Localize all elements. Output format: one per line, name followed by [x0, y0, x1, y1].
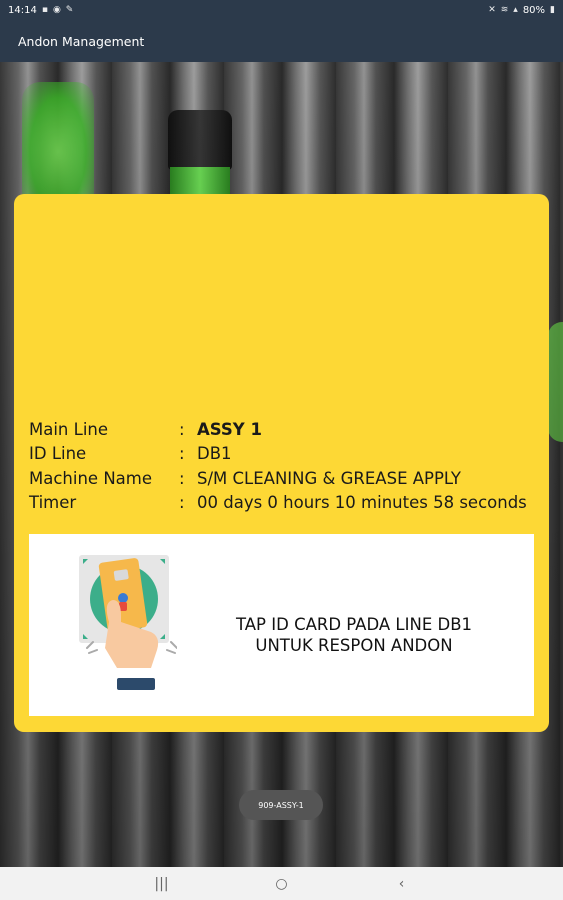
recent-apps-icon[interactable]: |||: [152, 876, 172, 892]
timer-value: 00 days 0 hours 10 minutes 58 seconds: [197, 493, 527, 513]
andon-card: Main Line : ASSY 1 ID Line : DB1 Machine…: [14, 194, 549, 732]
main-line-label: Main Line: [29, 419, 109, 439]
home-icon[interactable]: ○: [272, 876, 292, 892]
green-light-right: [548, 322, 563, 442]
toast-message: 909-ASSY-1: [239, 790, 323, 820]
tap-card-panel: TAP ID CARD PADA LINE DB1 UNTUK RESPON A…: [29, 534, 534, 716]
id-line-value: DB1: [197, 444, 232, 464]
tap-instruction-line1: TAP ID CARD PADA LINE DB1: [235, 615, 473, 634]
colon: :: [179, 419, 185, 439]
machine-name-label: Machine Name: [29, 468, 152, 488]
battery-icon: ▮: [550, 5, 555, 15]
timer-label: Timer: [29, 493, 77, 513]
colon: :: [179, 444, 185, 464]
bottle-cap: [168, 110, 232, 170]
back-icon[interactable]: ‹: [392, 876, 412, 892]
status-bar: 14:14 ▪ ◉ ✎ ✕ ≋ ▴ 80% ▮: [0, 0, 563, 20]
battery-percent: 80%: [522, 4, 546, 16]
notification-icon: ▪: [41, 5, 48, 15]
info-row-timer: Timer : 00 days 0 hours 10 minutes 58 se…: [29, 491, 527, 516]
info-row-id-line: ID Line : DB1: [29, 442, 527, 467]
wifi-icon: ≋: [500, 5, 509, 15]
app-title: Andon Management: [18, 33, 145, 49]
pin-icon: ✎: [65, 5, 74, 15]
colon: :: [179, 493, 185, 513]
tap-instruction-line2: UNTUK RESPON ANDON: [255, 636, 453, 655]
signal-icon: ▴: [513, 5, 518, 15]
system-nav-bar: ||| ○ ‹: [0, 867, 563, 900]
app-notification-icon: ◉: [52, 5, 61, 15]
info-row-machine-name: Machine Name : S/M CLEANING & GREASE APP…: [29, 466, 527, 491]
info-row-main-line: Main Line : ASSY 1: [29, 417, 527, 442]
tap-card-icon: [79, 555, 177, 690]
andon-info: Main Line : ASSY 1 ID Line : DB1 Machine…: [29, 417, 527, 515]
machine-name-value: S/M CLEANING & GREASE APPLY: [197, 468, 462, 488]
mute-icon: ✕: [488, 5, 496, 15]
main-line-value: ASSY 1: [197, 419, 262, 439]
colon: :: [179, 468, 185, 488]
app-bar: Andon Management: [0, 20, 563, 62]
tap-instruction: TAP ID CARD PADA LINE DB1 UNTUK RESPON A…: [224, 614, 484, 656]
status-time: 14:14: [8, 4, 37, 16]
id-line-label: ID Line: [29, 444, 87, 464]
